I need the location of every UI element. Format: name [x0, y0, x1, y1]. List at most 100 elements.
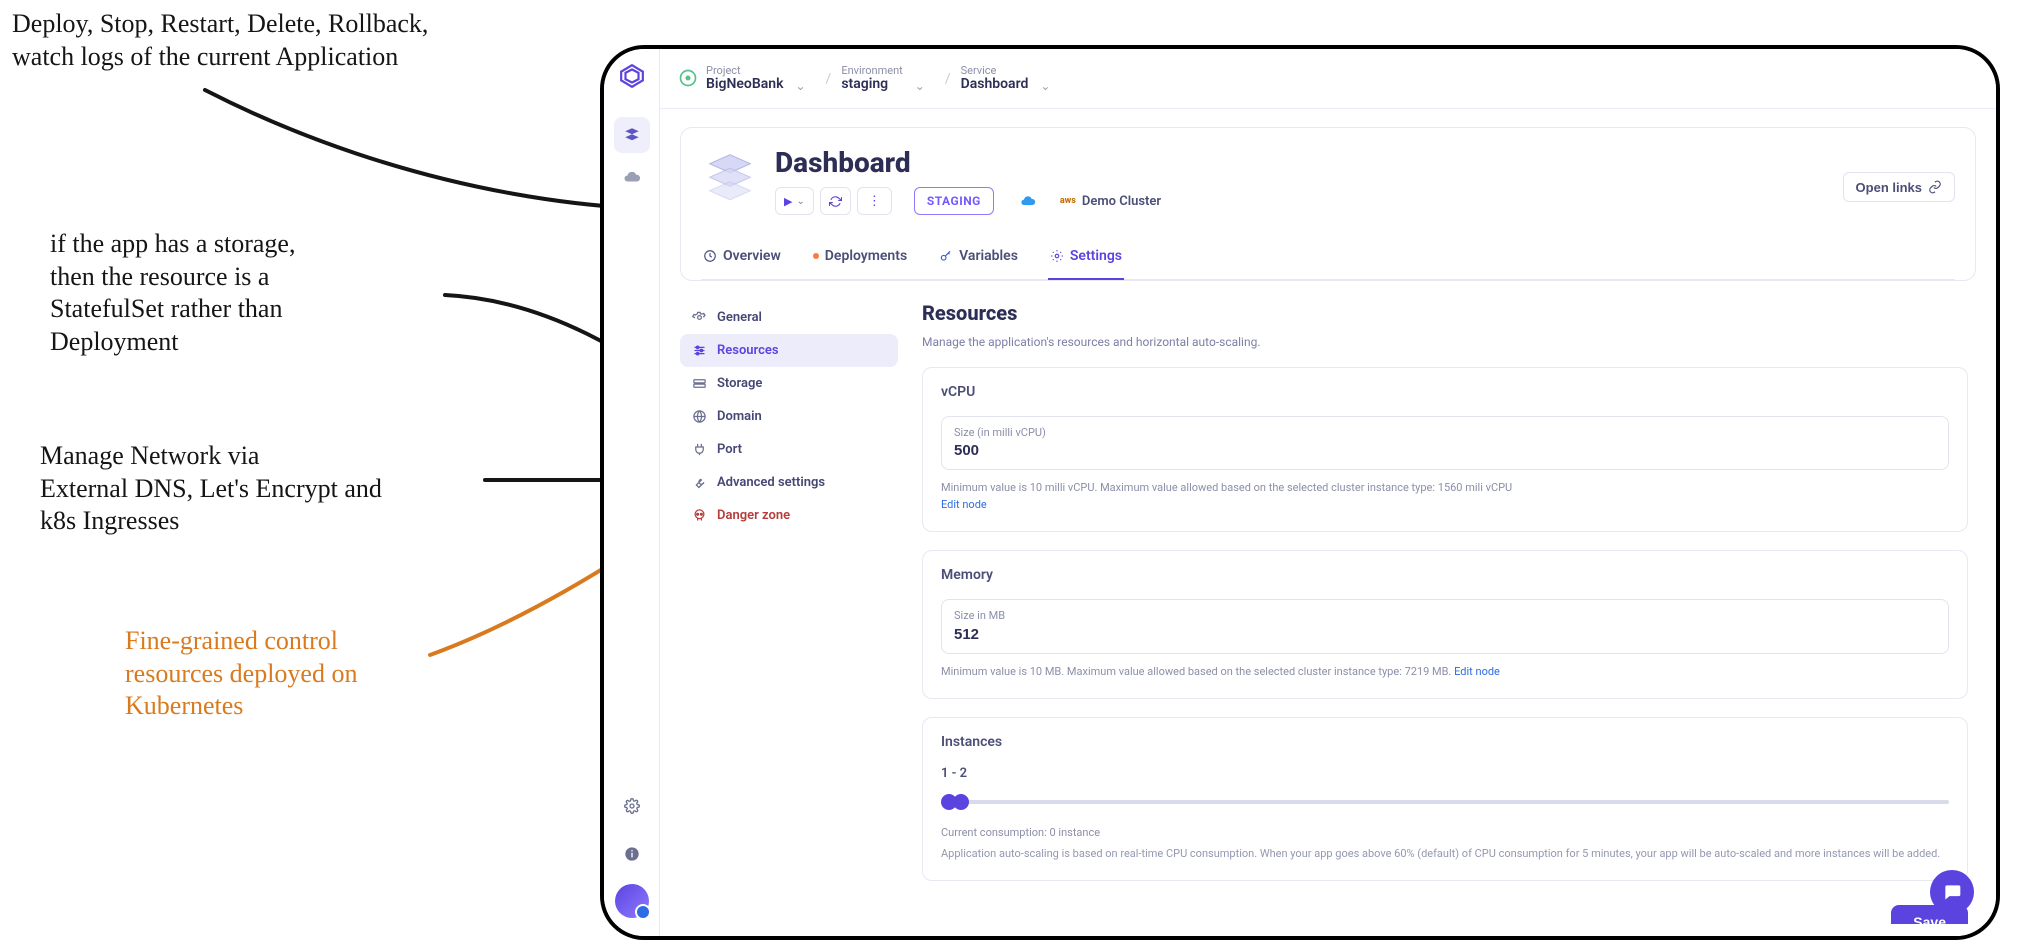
vcpu-edit-node-link[interactable]: Edit node: [941, 498, 987, 511]
slash-icon: /: [826, 71, 832, 87]
tab-settings-label: Settings: [1070, 248, 1122, 264]
crumb-project-value: BigNeoBank: [706, 76, 783, 92]
app-icon: [701, 146, 759, 204]
cluster-name: Demo Cluster: [1082, 194, 1161, 209]
main-area: Project BigNeoBank ⌄ / Environment stagi…: [660, 49, 1996, 936]
rail-environments[interactable]: [614, 117, 650, 153]
vcpu-input[interactable]: [954, 442, 1936, 459]
chevron-down-icon[interactable]: ⌄: [915, 79, 925, 93]
sliders-icon: [692, 343, 707, 358]
annotation-advanced: Fine-grained control resources deployed …: [125, 625, 357, 723]
instances-section-title: Instances: [941, 734, 1949, 750]
annotation-stateful: if the app has a storage, then the resou…: [50, 228, 295, 358]
memory-section: Memory Size in MB Minimum value is 10 MB…: [922, 550, 1968, 699]
open-links-label: Open links: [1856, 180, 1922, 195]
app-frame: Project BigNeoBank ⌄ / Environment stagi…: [600, 45, 2000, 940]
crumb-project-label: Project: [706, 65, 783, 76]
nav-advanced-label: Advanced settings: [717, 475, 825, 490]
nav-domain[interactable]: Domain: [680, 400, 898, 433]
plug-icon: [692, 442, 707, 457]
vcpu-hint: Minimum value is 10 milli vCPU. Maximum …: [941, 480, 1949, 513]
refresh-button[interactable]: [820, 187, 851, 215]
tab-deployments[interactable]: Deployments: [811, 238, 909, 280]
chevron-down-icon[interactable]: ⌄: [795, 79, 805, 93]
memory-section-title: Memory: [941, 567, 1949, 583]
instances-slider[interactable]: [941, 787, 1949, 815]
memory-field-label: Size in MB: [954, 608, 1936, 623]
page-subtitle: Manage the application's resources and h…: [922, 335, 1968, 349]
app-title: Dashboard: [775, 146, 1955, 179]
nav-general-label: General: [717, 310, 762, 325]
crumb-project[interactable]: Project BigNeoBank: [706, 65, 783, 92]
tab-overview[interactable]: Overview: [701, 238, 783, 280]
slash-icon: /: [945, 71, 951, 87]
service-header: Dashboard ▶⌄ ⋮ STAGING: [680, 127, 1976, 281]
instances-range: 1 - 2: [941, 766, 1949, 781]
nav-danger[interactable]: Danger zone: [680, 499, 898, 532]
nav-resources[interactable]: Resources: [680, 334, 898, 367]
nav-resources-label: Resources: [717, 343, 779, 358]
vcpu-section-title: vCPU: [941, 384, 1949, 400]
gear-icon: [692, 310, 707, 325]
tab-settings[interactable]: Settings: [1048, 238, 1124, 280]
user-avatar[interactable]: [615, 884, 649, 918]
rail-cloud[interactable]: [614, 159, 650, 195]
rail-info[interactable]: [614, 836, 650, 872]
play-button[interactable]: ▶⌄: [775, 187, 814, 215]
more-button[interactable]: ⋮: [857, 187, 892, 215]
form-area: Resources Manage the application's resou…: [922, 301, 1976, 924]
tab-variables[interactable]: Variables: [937, 238, 1020, 280]
tab-deployments-label: Deployments: [825, 248, 907, 264]
action-row: ▶⌄ ⋮ STAGING aws: [775, 187, 1955, 215]
tab-variables-label: Variables: [959, 248, 1018, 264]
crumb-env-label: Environment: [841, 65, 902, 76]
left-rail: [604, 49, 660, 936]
disk-icon: [692, 376, 707, 391]
memory-field[interactable]: Size in MB: [941, 599, 1949, 653]
nav-danger-label: Danger zone: [717, 508, 790, 523]
gear-icon: [1050, 249, 1064, 263]
vcpu-section: vCPU Size (in milli vCPU) Minimum value …: [922, 367, 1968, 532]
tab-overview-label: Overview: [723, 248, 781, 264]
nav-storage-label: Storage: [717, 376, 762, 391]
wrench-icon: [692, 475, 707, 490]
memory-hint: Minimum value is 10 MB. Maximum value al…: [941, 664, 1949, 681]
nav-domain-label: Domain: [717, 409, 762, 424]
nav-general[interactable]: General: [680, 301, 898, 334]
rail-settings[interactable]: [614, 788, 650, 824]
logo-icon: [619, 63, 645, 89]
crumb-service-value: Dashboard: [961, 76, 1029, 92]
chat-icon: [1942, 882, 1962, 902]
globe-icon: [692, 409, 707, 424]
nav-storage[interactable]: Storage: [680, 367, 898, 400]
memory-input[interactable]: [954, 626, 1936, 643]
tabs: Overview Deployments Variables Settings: [701, 237, 1955, 280]
instances-section: Instances 1 - 2 Current consumption: 0 i…: [922, 717, 1968, 881]
skull-icon: [692, 508, 707, 523]
vcpu-field[interactable]: Size (in milli vCPU): [941, 416, 1949, 470]
cluster-chip[interactable]: aws Demo Cluster: [1050, 187, 1171, 215]
instances-consumption: Current consumption: 0 instance: [941, 825, 1949, 842]
project-icon: [678, 68, 700, 90]
annotation-deploy: Deploy, Stop, Restart, Delete, Rollback,…: [12, 8, 428, 73]
cloud-chip[interactable]: [1012, 187, 1044, 215]
crumb-env[interactable]: Environment staging: [841, 65, 902, 92]
nav-advanced[interactable]: Advanced settings: [680, 466, 898, 499]
content: General Resources Storage Domain Port: [680, 301, 1976, 924]
page-title: Resources: [922, 301, 1968, 325]
memory-edit-node-link[interactable]: Edit node: [1454, 665, 1500, 678]
crumb-service[interactable]: Service Dashboard: [961, 65, 1029, 92]
open-links-button[interactable]: Open links: [1843, 172, 1955, 202]
link-icon: [1928, 180, 1942, 194]
chevron-down-icon[interactable]: ⌄: [1040, 79, 1050, 93]
breadcrumbs: Project BigNeoBank ⌄ / Environment stagi…: [660, 49, 1996, 109]
crumb-env-value: staging: [841, 76, 902, 92]
vcpu-field-label: Size (in milli vCPU): [954, 425, 1936, 440]
settings-nav: General Resources Storage Domain Port: [680, 301, 898, 924]
env-badge: STAGING: [914, 187, 994, 215]
crumb-service-label: Service: [961, 65, 1029, 76]
clock-icon: [703, 249, 717, 263]
annotation-network: Manage Network via External DNS, Let's E…: [40, 440, 382, 538]
nav-port[interactable]: Port: [680, 433, 898, 466]
chat-fab[interactable]: [1930, 870, 1974, 914]
